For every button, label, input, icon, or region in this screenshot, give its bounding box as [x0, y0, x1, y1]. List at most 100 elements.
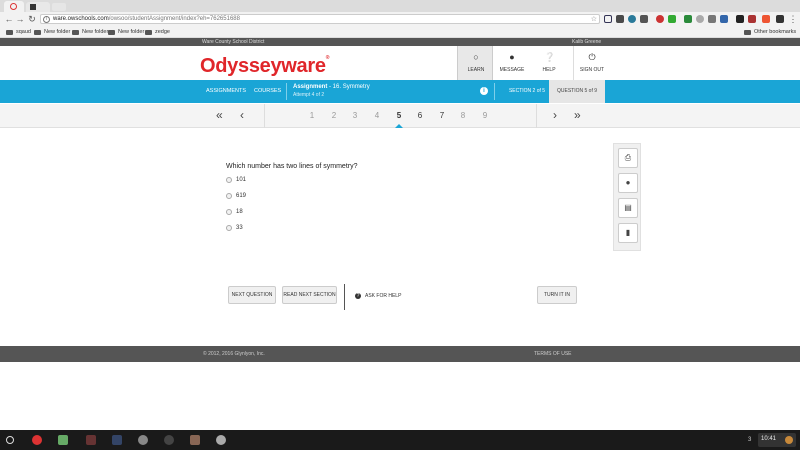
- page-number-current[interactable]: 5: [394, 111, 404, 120]
- browser-menu-icon[interactable]: ⋮: [788, 14, 798, 24]
- page-number[interactable]: 7: [437, 111, 447, 120]
- bookmarks-bar: sqaud New folder New folder New folder z…: [0, 26, 800, 38]
- radio-button[interactable]: [226, 193, 232, 199]
- learn-button[interactable]: ○ LEARN: [457, 46, 493, 80]
- app-icon[interactable]: [58, 435, 68, 445]
- turn-it-in-button[interactable]: TURN IT IN: [537, 286, 577, 304]
- last-page-icon[interactable]: »: [574, 109, 581, 121]
- sign-out-button[interactable]: ⏻ SIGN OUT: [573, 46, 609, 80]
- notification-count[interactable]: 3: [748, 437, 751, 443]
- page-number[interactable]: 6: [415, 111, 425, 120]
- extension-icon[interactable]: [684, 15, 692, 23]
- action-divider: [344, 284, 345, 310]
- app-icon[interactable]: [138, 435, 148, 445]
- read-next-section-button[interactable]: READ NEXT SECTION: [282, 286, 337, 304]
- section-indicator[interactable]: SECTION 2 of 5: [505, 80, 549, 103]
- globe-icon[interactable]: ●: [618, 173, 638, 193]
- page-number[interactable]: 8: [458, 111, 468, 120]
- page-number[interactable]: 2: [329, 111, 339, 120]
- page-number[interactable]: 4: [372, 111, 382, 120]
- first-page-icon[interactable]: «: [216, 109, 223, 121]
- extension-icon[interactable]: [656, 15, 664, 23]
- site-info-icon[interactable]: i: [43, 16, 50, 23]
- copyright-text: © 2012, 2016 Glynlyon, Inc.: [203, 351, 265, 357]
- address-url: ware.owschools.com/owsoo/studentAssignme…: [53, 16, 240, 22]
- extension-icon[interactable]: [776, 15, 784, 23]
- odysseyware-logo[interactable]: Odysseyware®: [200, 55, 329, 78]
- answer-option[interactable]: 18: [226, 209, 243, 215]
- question-indicator[interactable]: QUESTION 5 of 9: [549, 80, 605, 103]
- folder-icon: [34, 29, 41, 35]
- extension-icon[interactable]: [616, 15, 624, 23]
- app-icon[interactable]: [164, 435, 174, 445]
- app-icon[interactable]: [112, 435, 122, 445]
- app-header: Odysseyware® ○ LEARN ● MESSAGE ❔ HELP ⏻ …: [0, 46, 800, 80]
- extension-icon[interactable]: [604, 15, 612, 23]
- radio-button[interactable]: [226, 209, 232, 215]
- info-icon[interactable]: i: [480, 87, 488, 95]
- pager-divider: [264, 104, 265, 128]
- other-bookmarks[interactable]: Other bookmarks: [744, 28, 796, 36]
- tab-favicon-icon: [30, 4, 36, 10]
- pager-divider: [536, 104, 537, 128]
- folder-icon: [744, 29, 751, 35]
- microphone-icon[interactable]: ▮: [618, 223, 638, 243]
- extension-icon[interactable]: [762, 15, 770, 23]
- system-tray[interactable]: 10:41: [758, 433, 796, 447]
- prev-page-icon[interactable]: ‹: [240, 109, 244, 121]
- bookmark-folder[interactable]: New folder: [108, 28, 144, 36]
- address-bar[interactable]: i ware.owschools.com/owsoo/studentAssign…: [40, 14, 600, 24]
- extension-icon[interactable]: [708, 15, 716, 23]
- tools-panel: ⎙ ● ▤ ▮: [613, 143, 641, 251]
- answer-option[interactable]: 619: [226, 193, 246, 199]
- browser-tab-strip: [0, 0, 800, 12]
- extension-icon[interactable]: [640, 15, 648, 23]
- district-bar: Ware County School District Kalib Greene: [0, 38, 800, 46]
- bookmark-folder[interactable]: sqaud: [6, 28, 31, 36]
- os-taskbar: 10:41: [0, 430, 800, 450]
- app-icon[interactable]: [216, 435, 226, 445]
- launcher-icon[interactable]: [6, 436, 14, 444]
- nav-courses[interactable]: COURSES: [254, 80, 281, 103]
- app-icon[interactable]: [190, 435, 200, 445]
- bookmark-star-icon[interactable]: ☆: [591, 15, 597, 23]
- chrome-icon[interactable]: [32, 435, 42, 445]
- extension-icon[interactable]: [628, 15, 636, 23]
- browser-tab-active[interactable]: [4, 1, 24, 12]
- browser-tab[interactable]: [26, 2, 50, 12]
- answer-option[interactable]: 101: [226, 177, 246, 183]
- new-tab-button[interactable]: [52, 3, 66, 11]
- radio-button[interactable]: [226, 177, 232, 183]
- clock: 10:41: [761, 436, 777, 442]
- forward-arrow-icon[interactable]: →: [15, 14, 25, 24]
- extension-icon[interactable]: [736, 15, 744, 23]
- extension-icon[interactable]: [668, 15, 676, 23]
- reload-icon[interactable]: ↻: [27, 14, 37, 24]
- next-question-button[interactable]: NEXT QUESTION: [228, 286, 276, 304]
- radio-button[interactable]: [226, 225, 232, 231]
- answer-option[interactable]: 33: [226, 225, 243, 231]
- terms-of-use-link[interactable]: TERMS OF USE: [534, 346, 572, 362]
- translate-icon[interactable]: ▤: [618, 198, 638, 218]
- back-arrow-icon[interactable]: ←: [4, 14, 14, 24]
- nav-assignments[interactable]: ASSIGNMENTS: [206, 80, 246, 103]
- bookmark-folder[interactable]: zedge: [145, 28, 170, 36]
- message-button[interactable]: ● MESSAGE: [494, 46, 530, 80]
- printer-icon[interactable]: ⎙: [618, 148, 638, 168]
- page-number[interactable]: 3: [350, 111, 360, 120]
- extension-icon[interactable]: [748, 15, 756, 23]
- question-circle-icon: ❔: [544, 52, 556, 62]
- page-number[interactable]: 1: [307, 111, 317, 120]
- extension-icon[interactable]: [720, 15, 728, 23]
- help-button[interactable]: ❔ HELP: [531, 46, 567, 80]
- next-page-icon[interactable]: ›: [553, 109, 557, 121]
- bookmark-folder[interactable]: New folder: [72, 28, 108, 36]
- bookmark-folder[interactable]: New folder: [34, 28, 70, 36]
- extension-icon[interactable]: [696, 15, 704, 23]
- app-icon[interactable]: [86, 435, 96, 445]
- site-favicon-icon: [10, 3, 17, 10]
- question-text: Which number has two lines of symmetry?: [226, 163, 358, 170]
- ask-for-help-link[interactable]: ? ASK FOR HELP: [355, 293, 401, 299]
- page-number[interactable]: 9: [480, 111, 490, 120]
- power-icon: ⏻: [588, 52, 596, 62]
